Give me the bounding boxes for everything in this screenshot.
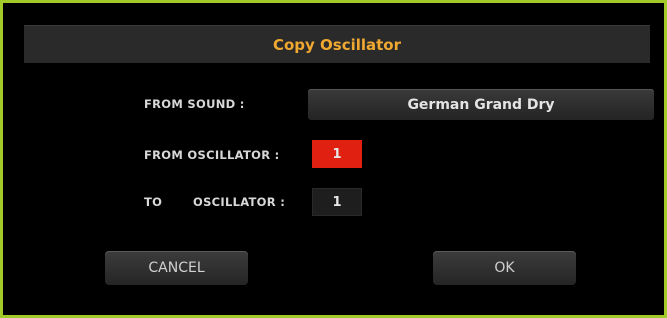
dialog-window: Copy Oscillator FROM SOUND : German Gran… <box>0 0 667 318</box>
to-oscillator-label: OSCILLATOR : <box>193 195 286 209</box>
ok-button[interactable]: OK <box>433 251 576 285</box>
dialog-title: Copy Oscillator <box>272 35 402 54</box>
to-oscillator-field[interactable]: 1 <box>312 188 362 216</box>
from-oscillator-label: FROM OSCILLATOR : <box>144 148 280 162</box>
from-sound-selector[interactable]: German Grand Dry <box>308 89 654 120</box>
from-sound-value: German Grand Dry <box>407 96 555 113</box>
cancel-button-label: CANCEL <box>148 260 205 276</box>
ok-button-label: OK <box>494 260 515 276</box>
to-label: TO <box>144 195 163 209</box>
dialog-title-bar: Copy Oscillator <box>24 25 650 63</box>
from-sound-label: FROM SOUND : <box>144 97 245 111</box>
from-oscillator-value: 1 <box>332 146 342 162</box>
from-oscillator-field[interactable]: 1 <box>312 140 362 168</box>
cancel-button[interactable]: CANCEL <box>105 251 248 285</box>
to-oscillator-value: 1 <box>332 194 342 210</box>
